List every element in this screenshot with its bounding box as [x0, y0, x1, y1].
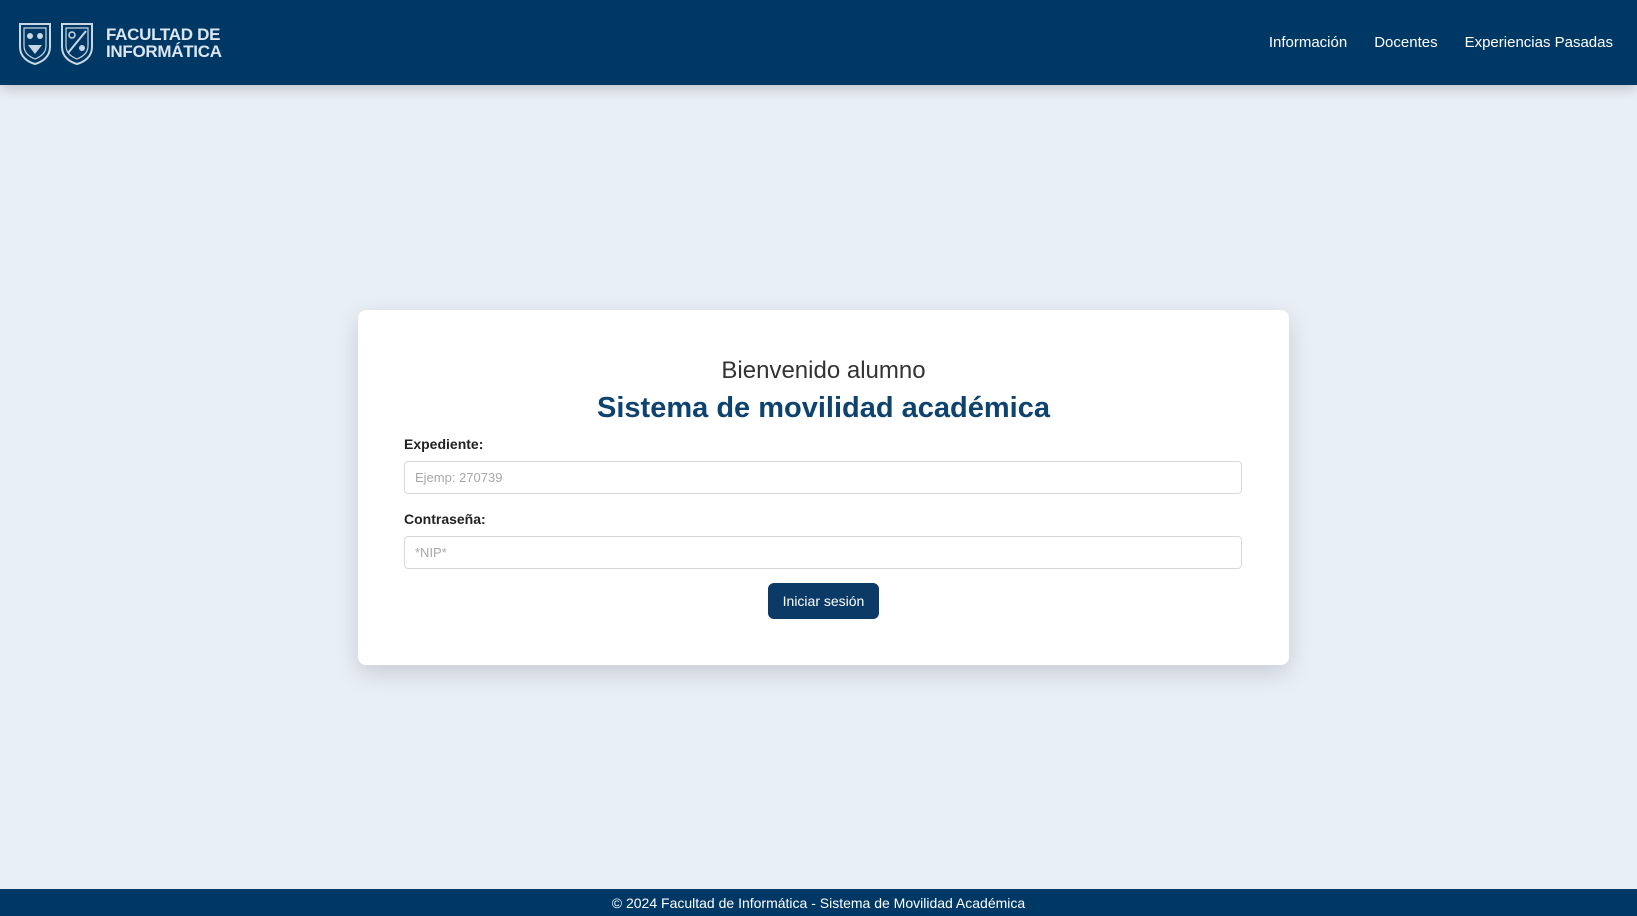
page: FACULTAD DE INFORMÁTICA Información Doce…	[0, 0, 1637, 916]
submit-row: Iniciar sesión	[404, 583, 1243, 619]
brand-line-2: INFORMÁTICA	[106, 41, 222, 61]
login-card: Bienvenido alumno Sistema de movilidad a…	[358, 310, 1289, 665]
expediente-input[interactable]	[404, 461, 1242, 494]
top-navbar: FACULTAD DE INFORMÁTICA Información Doce…	[0, 0, 1637, 85]
welcome-heading: Bienvenido alumno	[721, 357, 926, 384]
footer-text: © 2024 Facultad de Informática - Sistema…	[611, 894, 1026, 911]
nav-link-experiencias-pasadas[interactable]: Experiencias Pasadas	[1465, 34, 1613, 51]
page-title: Sistema de movilidad académica	[597, 392, 1050, 424]
password-label: Contraseña:	[404, 511, 486, 527]
nav-link-docentes[interactable]: Docentes	[1374, 34, 1437, 51]
expediente-label: Expediente:	[404, 436, 484, 452]
university-shield-icon	[18, 21, 52, 65]
nav-menu: Información Docentes Experiencias Pasada…	[1269, 34, 1613, 51]
faculty-shield-icon	[60, 21, 94, 65]
login-button[interactable]: Iniciar sesión	[767, 583, 880, 619]
footer: © 2024 Facultad de Informática - Sistema…	[0, 889, 1637, 916]
brand-line-1: FACULTAD DE	[106, 24, 221, 44]
nav-link-informacion[interactable]: Información	[1269, 34, 1347, 51]
brand-name: FACULTAD DE INFORMÁTICA	[106, 26, 222, 60]
password-input[interactable]	[404, 536, 1242, 569]
brand-logo[interactable]: FACULTAD DE INFORMÁTICA	[18, 21, 222, 65]
